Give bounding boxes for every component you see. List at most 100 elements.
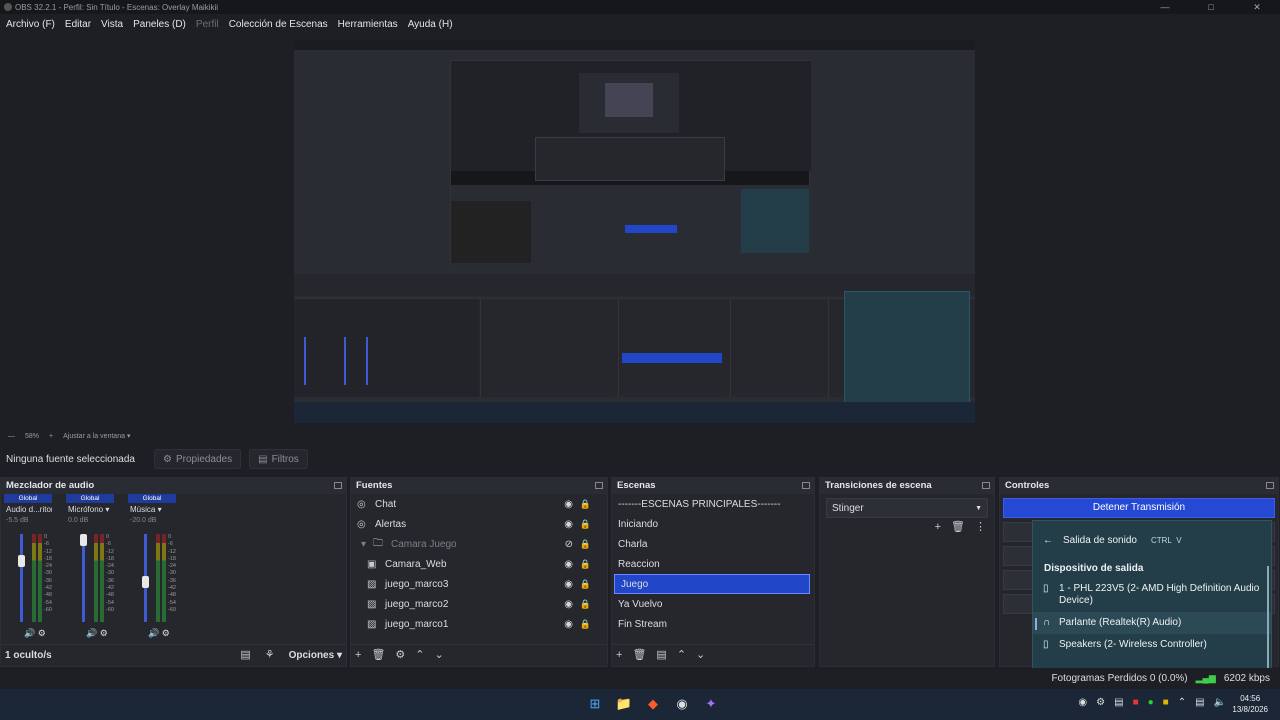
app-icon[interactable]: ✦ <box>702 695 720 713</box>
taskbar-clock[interactable]: 04:56 13/8/2026 <box>1232 693 1268 715</box>
tray-app-icon[interactable]: ▤ <box>1114 697 1123 708</box>
stop-stream-button[interactable]: Detener Transmisión <box>1003 498 1275 518</box>
lock-icon[interactable]: 🔒 <box>580 579 591 590</box>
back-arrow-icon[interactable]: ← <box>1043 535 1053 546</box>
undock-icon[interactable] <box>1266 482 1274 489</box>
undock-icon[interactable] <box>334 482 342 489</box>
trash-icon[interactable]: 🗑 <box>951 522 965 533</box>
volume-slider[interactable] <box>20 534 23 622</box>
transition-select[interactable]: Stinger ▼ <box>826 498 988 518</box>
file-explorer-icon[interactable]: 📁 <box>615 695 633 713</box>
volume-slider-handle[interactable] <box>142 575 149 588</box>
source-properties-gear-icon[interactable]: ⚙ <box>395 650 405 661</box>
lock-icon[interactable]: 🔒 <box>580 519 591 530</box>
brave-browser-icon[interactable]: ◆ <box>644 695 662 713</box>
menu-vista[interactable]: Vista <box>101 19 123 30</box>
scene-item[interactable]: Juego <box>614 574 810 594</box>
scene-item[interactable]: Ya Vuelvo <box>612 594 814 614</box>
scene-item[interactable]: Iniciando <box>612 514 814 534</box>
speaker-icon[interactable]: 🔊 <box>86 628 97 638</box>
lock-icon[interactable]: 🔒 <box>580 619 591 630</box>
add-scene-button[interactable]: + <box>616 650 622 661</box>
scene-item[interactable]: Reaccion <box>612 554 814 574</box>
tray-app-icon[interactable]: ■ <box>1133 697 1139 708</box>
tray-app-icon[interactable]: ● <box>1148 697 1154 708</box>
lock-icon[interactable]: 🔒 <box>580 599 591 610</box>
output-device-item[interactable]: ▯ 1 - PHL 223V5 (2- AMD High Definition A… <box>1033 578 1271 612</box>
zoom-out-button[interactable]: — <box>8 433 15 440</box>
move-down-icon[interactable]: ⌄ <box>696 650 705 661</box>
obs-studio-icon[interactable]: ◉ <box>673 695 691 713</box>
audio-settings-icon[interactable]: ⚙ <box>35 628 46 638</box>
tray-app-icon[interactable]: ■ <box>1163 697 1169 708</box>
more-options-icon[interactable]: ⋮ <box>975 522 986 533</box>
lock-icon[interactable]: 🔒 <box>580 539 591 550</box>
source-item[interactable]: ◎ Alertas ◉ 🔒 <box>351 514 607 534</box>
undock-icon[interactable] <box>595 482 603 489</box>
scene-filters-icon[interactable]: ▤ <box>656 650 666 661</box>
network-icon[interactable]: ▤ <box>1195 697 1204 708</box>
chevron-up-icon[interactable]: ⌃ <box>1178 697 1186 708</box>
source-item[interactable]: ▨ juego_marco3 ◉ 🔒 <box>351 574 607 594</box>
link-icon[interactable]: ⚘ <box>265 650 275 661</box>
audio-settings-icon[interactable]: ⚙ <box>97 628 108 638</box>
source-item[interactable]: ▨ juego_marco2 ◉ 🔒 <box>351 594 607 614</box>
source-item[interactable]: ◎ Chat ◉ 🔒 <box>351 494 607 514</box>
output-device-item[interactable]: ∩ Parlante (Realtek(R) Audio) <box>1033 612 1271 634</box>
trash-icon[interactable]: 🗑 <box>632 650 646 661</box>
source-item[interactable]: ▾ 🗀 Camara Juego ⊘ 🔒 <box>351 534 607 554</box>
channel-name-dropdown[interactable]: Audio d...ritorio ▾ <box>4 505 52 514</box>
undock-icon[interactable] <box>982 482 990 489</box>
tray-app-icon[interactable]: ⚙ <box>1096 697 1105 708</box>
scene-item[interactable]: Fin Stream <box>612 614 814 634</box>
eye-icon[interactable]: ◉ <box>564 579 573 590</box>
zoom-fit-dropdown[interactable]: Ajustar a la ventana ▾ <box>63 432 130 440</box>
eye-icon[interactable]: ◉ <box>564 519 573 530</box>
eye-icon[interactable]: ◉ <box>564 619 573 630</box>
channel-name-dropdown[interactable]: Micrófono ▾ <box>66 505 114 514</box>
move-down-icon[interactable]: ⌄ <box>435 650 444 661</box>
speaker-icon[interactable]: 🔊 <box>24 628 35 638</box>
menu-coleccion-escenas[interactable]: Colección de Escenas <box>229 19 328 30</box>
eye-hidden-icon[interactable]: ⊘ <box>565 539 573 550</box>
windows-start-icon[interactable]: ⊞ <box>586 695 604 713</box>
chevron-down-icon[interactable]: ▾ <box>361 539 373 550</box>
source-item[interactable]: ▣ Camara_Web ◉ 🔒 <box>351 554 607 574</box>
channel-name-dropdown[interactable]: Música ▾ <box>128 505 176 514</box>
scene-item[interactable]: -------ESCENAS PRINCIPALES------- <box>612 494 814 514</box>
add-transition-button[interactable]: + <box>935 522 941 533</box>
menu-archivo[interactable]: Archivo (F) <box>6 19 55 30</box>
menu-ayuda[interactable]: Ayuda (H) <box>408 19 453 30</box>
move-up-icon[interactable]: ⌃ <box>677 650 686 661</box>
menu-editar[interactable]: Editar <box>65 19 91 30</box>
program-preview[interactable] <box>294 40 975 423</box>
flyout-scrollbar[interactable] <box>1267 566 1269 676</box>
speaker-icon[interactable]: 🔊 <box>148 628 159 638</box>
eye-icon[interactable]: ◉ <box>564 499 573 510</box>
layout-icon[interactable]: ▤ <box>240 650 250 661</box>
volume-slider-handle[interactable] <box>80 534 87 546</box>
menu-herramientas[interactable]: Herramientas <box>338 19 398 30</box>
add-source-button[interactable]: + <box>355 650 361 661</box>
filters-button[interactable]: ▤ Filtros <box>249 449 308 469</box>
zoom-in-button[interactable]: + <box>49 433 53 440</box>
source-item[interactable]: ▨ juego_marco1 ◉ 🔒 <box>351 614 607 634</box>
properties-button[interactable]: ⚙ Propiedades <box>154 449 242 469</box>
scene-item[interactable]: Charla <box>612 534 814 554</box>
mixer-options-button[interactable]: Opciones ▾ <box>289 650 342 661</box>
minimize-button[interactable]: — <box>1142 0 1188 14</box>
lock-icon[interactable]: 🔒 <box>580 499 591 510</box>
volume-icon[interactable]: 🔈 <box>1214 697 1226 708</box>
maximize-button[interactable]: □ <box>1188 0 1234 14</box>
audio-settings-icon[interactable]: ⚙ <box>159 628 170 638</box>
volume-slider[interactable] <box>82 534 85 622</box>
trash-icon[interactable]: 🗑 <box>371 650 385 661</box>
output-device-item[interactable]: ▯ Speakers (2- Wireless Controller) <box>1033 634 1271 656</box>
move-up-icon[interactable]: ⌃ <box>415 650 424 661</box>
eye-icon[interactable]: ◉ <box>564 599 573 610</box>
volume-slider-handle[interactable] <box>18 555 25 568</box>
undock-icon[interactable] <box>802 482 810 489</box>
eye-icon[interactable]: ◉ <box>564 559 573 570</box>
close-button[interactable]: ✕ <box>1234 0 1280 14</box>
lock-icon[interactable]: 🔒 <box>580 559 591 570</box>
